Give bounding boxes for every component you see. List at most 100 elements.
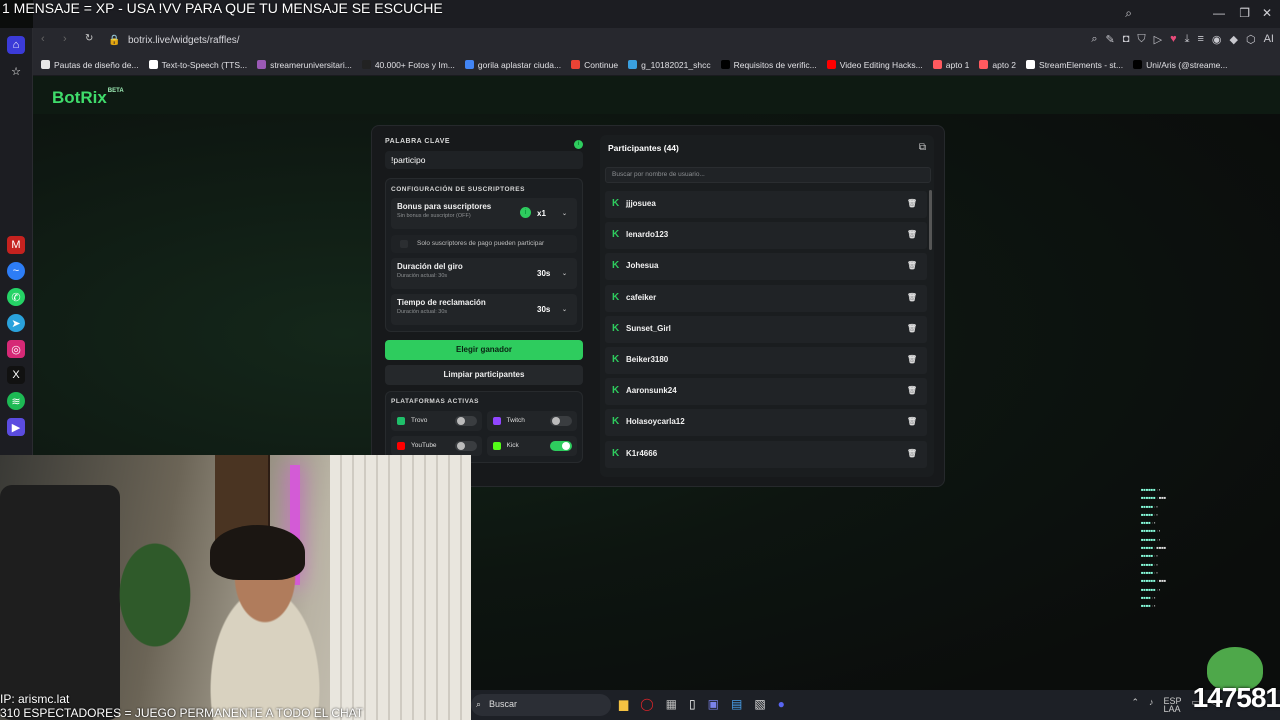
participants-scrollbar[interactable]	[929, 190, 932, 250]
game-icon[interactable]: ▧	[754, 697, 765, 711]
bookmark-item[interactable]: g_10182021_shcc	[628, 59, 711, 70]
participant-row: K Johesua 🗑	[605, 253, 927, 281]
trash-icon[interactable]: 🗑	[907, 261, 917, 270]
bookmark-item[interactable]: gorila aplastar ciuda...	[464, 60, 561, 70]
platform-toggle[interactable]	[550, 416, 572, 426]
bookmark-item[interactable]: Pautas de diseño de...	[41, 60, 139, 70]
gmail-icon[interactable]: M	[7, 236, 25, 254]
ai-icon[interactable]: AI	[1264, 33, 1274, 46]
x-icon[interactable]: X	[7, 366, 25, 384]
bookmark-item[interactable]: Continue	[571, 60, 618, 70]
bookmark-item[interactable]: streameruniversitari...	[257, 60, 352, 70]
extension-icon[interactable]: ◆	[1230, 33, 1238, 46]
whatsapp-icon[interactable]: ✆	[7, 288, 25, 306]
bookmark-item[interactable]: apto 1	[932, 60, 969, 70]
trash-icon[interactable]: 🗑	[907, 230, 917, 239]
heart-icon[interactable]: ♥	[1170, 33, 1177, 46]
kick-icon: K	[612, 385, 620, 397]
bookmark-item[interactable]: Text-to-Speech (TTS...	[148, 60, 247, 70]
chevron-down-icon: ⌄	[561, 271, 567, 277]
participant-row: K Holasoycarla12 🗑	[605, 409, 927, 437]
search-icon[interactable]: ⌕	[1125, 6, 1132, 21]
kick-icon: K	[612, 260, 620, 272]
trash-icon[interactable]: 🗑	[907, 386, 917, 395]
participant-row: K Beiker3180 🗑	[605, 346, 927, 374]
botrix-logo[interactable]: BotRixBETA	[52, 88, 124, 108]
bookmark-item[interactable]: Requisitos de verific...	[720, 60, 817, 70]
claim-time-row: Tiempo de reclamación Duración actual: 3…	[391, 294, 577, 325]
kick-icon: K	[612, 447, 620, 459]
store-icon[interactable]: ▤	[731, 697, 742, 711]
cube-icon[interactable]: ⬡	[1246, 33, 1256, 46]
platform-label: Trovo	[411, 417, 428, 424]
copy-icon[interactable]: ⧉	[919, 142, 926, 153]
participant-name: Holasoycarla12	[626, 417, 685, 427]
shield-icon[interactable]: ⛉	[1137, 33, 1145, 46]
bookmark-label: g_10182021_shcc	[641, 59, 711, 70]
trash-icon[interactable]: 🗑	[907, 449, 917, 458]
play-icon[interactable]: ▷	[1154, 33, 1162, 46]
participant-row: Klenardo123 🗑	[605, 222, 927, 250]
opera-icon[interactable]: ◯	[640, 697, 653, 711]
trash-icon[interactable]: 🗑	[907, 324, 917, 333]
bookmark-item[interactable]: Video Editing Hacks...	[826, 59, 923, 70]
edit-icon[interactable]: ✎	[1105, 33, 1114, 46]
spotify-icon[interactable]: ≋	[7, 392, 25, 410]
platform-toggle[interactable]	[454, 416, 477, 426]
keyword-input[interactable]: !participo	[385, 151, 583, 169]
url-field[interactable]: 🔒 botrix.live/widgets/raffles/	[108, 32, 628, 50]
spin-duration-select[interactable]: 30s ⌄	[533, 267, 571, 281]
home-icon[interactable]: ⌂	[7, 36, 25, 54]
webcam-feed	[0, 455, 471, 720]
pick-winner-button[interactable]: Elegir ganador	[385, 340, 583, 360]
back-icon[interactable]: ‹	[41, 33, 45, 45]
claim-time-select[interactable]: 30s ⌄	[533, 303, 571, 317]
menu-icon[interactable]: ≡	[1197, 33, 1203, 46]
maximize-button[interactable]: ❐	[1239, 6, 1250, 20]
app-icon[interactable]: ▦	[666, 697, 677, 711]
file-icon[interactable]: ▯	[689, 697, 696, 711]
bookmark-item[interactable]: StreamElements - st...	[1026, 60, 1123, 70]
forward-icon[interactable]: ›	[63, 33, 67, 45]
player-icon[interactable]: ▶	[7, 418, 25, 436]
trash-icon[interactable]: 🗑	[907, 199, 917, 208]
discord-icon[interactable]: ●	[778, 697, 785, 711]
info-icon[interactable]: i	[574, 140, 583, 149]
platforms-label: PLATAFORMAS ACTIVAS	[391, 398, 479, 405]
trash-icon[interactable]: 🗑	[907, 355, 917, 364]
bookmark-item[interactable]: apto 2	[979, 60, 1016, 70]
platform-toggle[interactable]	[550, 441, 572, 451]
taskbar-search[interactable]: ⌕ Buscar	[471, 694, 611, 716]
star-icon[interactable]: ☆	[7, 62, 25, 80]
clear-participants-button[interactable]: Limpiar participantes	[385, 365, 583, 385]
folder-icon[interactable]: ▆	[619, 697, 628, 711]
close-button[interactable]: ✕	[1262, 6, 1272, 20]
mic-icon[interactable]: ♪	[1149, 697, 1154, 713]
download-icon[interactable]: ⤓	[1185, 33, 1190, 46]
reload-icon[interactable]: ↻	[85, 33, 93, 44]
bookmark-label: Video Editing Hacks...	[839, 59, 923, 70]
bookmark-item[interactable]: 40.000+ Fotos y Im...	[361, 60, 455, 70]
bookmarks-bar: Pautas de diseño de... Text-to-Speech (TT…	[33, 54, 1280, 76]
participant-search-input[interactable]: Buscar por nombre de usuario...	[605, 167, 931, 183]
trovo-icon	[397, 417, 405, 425]
kick-icon	[492, 442, 501, 450]
bonus-select[interactable]: x1 ⌄	[533, 207, 571, 221]
bookmark-favicon-icon	[41, 60, 50, 69]
zoom-icon[interactable]: ⌕	[1091, 33, 1097, 46]
profile-icon[interactable]: ◉	[1212, 33, 1222, 46]
teams-icon[interactable]: ▣	[708, 697, 719, 711]
bonus-info-icon[interactable]: i	[520, 207, 531, 218]
instagram-icon[interactable]: ◎	[7, 340, 25, 358]
telegram-icon[interactable]: ➤	[7, 314, 25, 332]
platform-toggle[interactable]	[454, 441, 477, 451]
trash-icon[interactable]: 🗑	[907, 293, 917, 302]
only-paid-subs-checkbox[interactable]: Solo suscriptores de pago pueden partici…	[391, 235, 577, 253]
participant-row: K Aaronsunk24 🗑	[605, 378, 927, 406]
chevron-up-icon[interactable]: ⌃	[1132, 697, 1140, 713]
trash-icon[interactable]: 🗑	[907, 417, 917, 426]
camera-icon[interactable]: ◘	[1123, 33, 1130, 46]
messenger-icon[interactable]: ~	[7, 262, 25, 280]
bookmark-item[interactable]: Uni/Aris (@streame...	[1133, 60, 1228, 70]
minimize-button[interactable]: —	[1213, 6, 1225, 20]
